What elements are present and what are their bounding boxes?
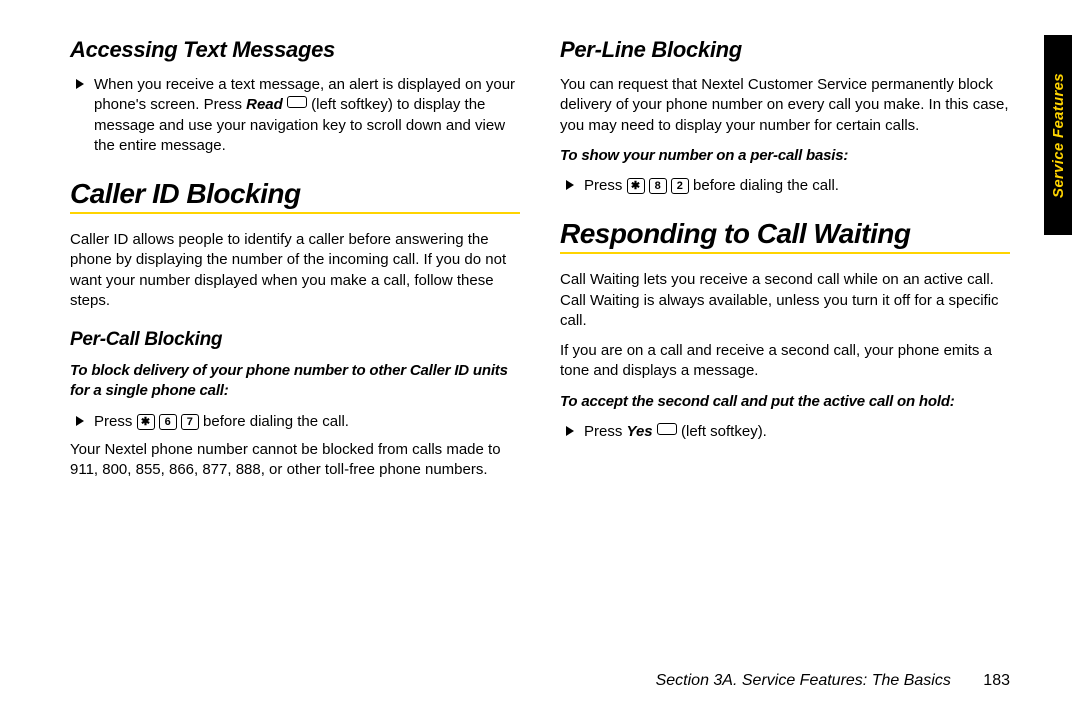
side-tab-label: Service Features — [1050, 73, 1067, 198]
instruction: To show your number on a per-call basis: — [560, 146, 1010, 166]
content-columns: Accessing Text Messages When you receive… — [70, 35, 1010, 640]
text-fragment: Press — [94, 413, 137, 430]
page-number: 183 — [983, 672, 1010, 689]
paragraph: Your Nextel phone number cannot be block… — [70, 440, 520, 481]
right-column: Per-Line Blocking You can request that N… — [560, 35, 1010, 640]
list-item: Press Yes (left softkey). — [566, 422, 1010, 442]
heading-responding-call-waiting: Responding to Call Waiting — [560, 218, 1010, 250]
text-fragment: Press — [584, 177, 627, 194]
footer-section-title: Section 3A. Service Features: The Basics — [656, 672, 951, 689]
key-2: 2 — [671, 178, 689, 194]
bullet-text: Press Yes (left softkey). — [584, 422, 1010, 442]
key-8: 8 — [649, 178, 667, 194]
heading-per-line-blocking: Per-Line Blocking — [560, 37, 1010, 63]
heading-underline — [560, 252, 1010, 254]
instruction: To accept the second call and put the ac… — [560, 392, 1010, 412]
left-column: Accessing Text Messages When you receive… — [70, 35, 520, 640]
text-fragment: Press — [584, 423, 627, 440]
key-star: ✱ — [137, 414, 155, 430]
key-star: ✱ — [627, 178, 645, 194]
text-fragment: before dialing the call. — [689, 177, 839, 194]
list-item: Press ✱ 8 2 before dialing the call. — [566, 176, 1010, 196]
softkey-icon — [657, 423, 677, 435]
softkey-icon — [287, 96, 307, 108]
heading-accessing-text-messages: Accessing Text Messages — [70, 37, 520, 63]
page-footer: Section 3A. Service Features: The Basics… — [70, 672, 1010, 690]
key-6: 6 — [159, 414, 177, 430]
text-fragment: (left softkey). — [677, 423, 767, 440]
triangle-bullet-icon — [566, 426, 574, 436]
list-item: When you receive a text message, an aler… — [76, 75, 520, 156]
heading-caller-id-blocking: Caller ID Blocking — [70, 178, 520, 210]
list-item: Press ✱ 6 7 before dialing the call. — [76, 412, 520, 432]
paragraph: Call Waiting lets you receive a second c… — [560, 270, 1010, 331]
paragraph: If you are on a call and receive a secon… — [560, 341, 1010, 382]
read-label: Read — [246, 96, 283, 113]
heading-per-call-blocking: Per-Call Blocking — [70, 329, 520, 351]
key-7: 7 — [181, 414, 199, 430]
paragraph: Caller ID allows people to identify a ca… — [70, 230, 520, 311]
paragraph: You can request that Nextel Customer Ser… — [560, 75, 1010, 136]
triangle-bullet-icon — [76, 79, 84, 89]
heading-underline — [70, 212, 520, 214]
yes-label: Yes — [627, 423, 653, 440]
bullet-text: Press ✱ 8 2 before dialing the call. — [584, 176, 1010, 196]
side-tab-service-features: Service Features — [1044, 35, 1072, 235]
instruction: To block delivery of your phone number t… — [70, 361, 520, 402]
text-fragment: before dialing the call. — [199, 413, 349, 430]
triangle-bullet-icon — [76, 416, 84, 426]
bullet-text: When you receive a text message, an aler… — [94, 75, 520, 156]
triangle-bullet-icon — [566, 180, 574, 190]
bullet-text: Press ✱ 6 7 before dialing the call. — [94, 412, 520, 432]
